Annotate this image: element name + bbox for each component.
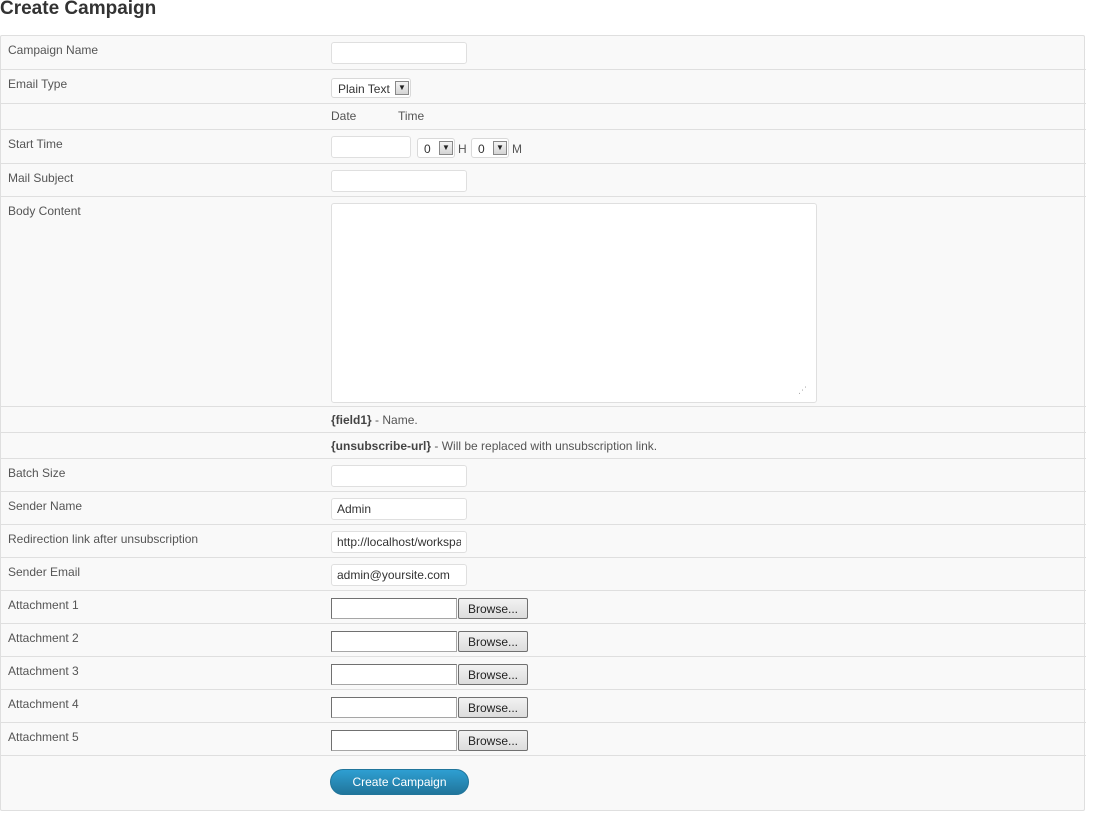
page-title: Create Campaign [0,0,157,19]
start-date-input[interactable] [331,136,411,158]
start-minute-select[interactable]: 0 ▼ [471,138,509,158]
row-mail-subject: Mail Subject [1,163,1086,196]
sender-name-input[interactable] [331,498,467,520]
attachment-1-browse-button[interactable]: Browse... [458,598,528,619]
campaign-name-label: Campaign Name [8,43,99,57]
row-batch-size: Batch Size [1,458,1086,491]
chevron-down-icon: ▼ [395,81,409,95]
redirection-link-input[interactable] [331,531,467,553]
hint-field1: {field1} - Name. [331,413,418,427]
body-content-textarea[interactable] [331,203,817,403]
hint-field1-token: {field1} [331,413,372,427]
row-date-time-header: Date Time [1,103,1086,129]
attachment-4-browse-button[interactable]: Browse... [458,697,528,718]
row-redirection-link: Redirection link after unsubscription [1,524,1086,557]
row-campaign-name: Campaign Name [1,36,1086,69]
attachment-1-file-field[interactable] [331,598,457,619]
body-content-label: Body Content [8,204,81,218]
row-email-type: Email Type Plain Text ▼ [1,69,1086,103]
campaign-name-input[interactable] [331,42,467,64]
time-column-label: Time [398,109,425,123]
mail-subject-input[interactable] [331,170,467,192]
sender-email-input[interactable] [331,564,467,586]
sender-email-label: Sender Email [8,565,81,579]
attachment-5-browse-button[interactable]: Browse... [458,730,528,751]
attachment-label: Attachment 3 [8,664,79,678]
hint-unsubscribe: {unsubscribe-url} - Will be replaced wit… [331,439,657,453]
redirection-link-label: Redirection link after unsubscription [8,532,199,546]
attachment-2-browse-button[interactable]: Browse... [458,631,528,652]
hint-unsubscribe-token: {unsubscribe-url} [331,439,432,453]
mail-subject-label: Mail Subject [8,171,74,185]
row-attachment-5: Attachment 5 Browse... [1,722,1086,755]
date-column-label: Date [331,109,357,123]
row-sender-name: Sender Name [1,491,1086,524]
attachment-label: Attachment 1 [8,598,79,612]
attachment-3-browse-button[interactable]: Browse... [458,664,528,685]
row-submit: Create Campaign [1,755,1086,810]
resize-grip-icon[interactable]: ⋰ [798,385,807,396]
email-type-label: Email Type [8,77,68,91]
email-type-select[interactable]: Plain Text ▼ [331,78,411,98]
row-body-content: Body Content ⋰ [1,196,1086,406]
attachment-5-file-field[interactable] [331,730,457,751]
row-sender-email: Sender Email [1,557,1086,590]
attachment-2-file-field[interactable] [331,631,457,652]
row-hint-field1: {field1} - Name. [1,406,1086,432]
start-hour-value: 0 [424,142,431,156]
row-start-time: Start Time 0 ▼ H 0 ▼ M [1,129,1086,163]
start-minute-value: 0 [478,142,485,156]
attachment-label: Attachment 5 [8,730,79,744]
row-attachment-2: Attachment 2 Browse... [1,623,1086,656]
batch-size-input[interactable] [331,465,467,487]
attachment-3-file-field[interactable] [331,664,457,685]
row-attachment-1: Attachment 1 Browse... [1,590,1086,623]
attachment-4-file-field[interactable] [331,697,457,718]
create-campaign-button[interactable]: Create Campaign [330,769,469,795]
hint-unsubscribe-text: - Will be replaced with unsubscription l… [431,439,658,453]
chevron-down-icon: ▼ [439,141,453,155]
attachment-label: Attachment 2 [8,631,79,645]
hint-field1-text: - Name. [371,413,418,427]
hour-unit-label: H [458,142,467,156]
row-attachment-3: Attachment 3 Browse... [1,656,1086,689]
attachment-label: Attachment 4 [8,697,79,711]
row-hint-unsubscribe: {unsubscribe-url} - Will be replaced wit… [1,432,1086,458]
sender-name-label: Sender Name [8,499,83,513]
email-type-value: Plain Text [338,82,390,96]
chevron-down-icon: ▼ [493,141,507,155]
campaign-form: Campaign Name Email Type Plain Text ▼ Da… [0,35,1086,811]
row-attachment-4: Attachment 4 Browse... [1,689,1086,722]
start-time-label: Start Time [8,137,63,151]
start-hour-select[interactable]: 0 ▼ [417,138,455,158]
batch-size-label: Batch Size [8,466,66,480]
minute-unit-label: M [512,142,522,156]
